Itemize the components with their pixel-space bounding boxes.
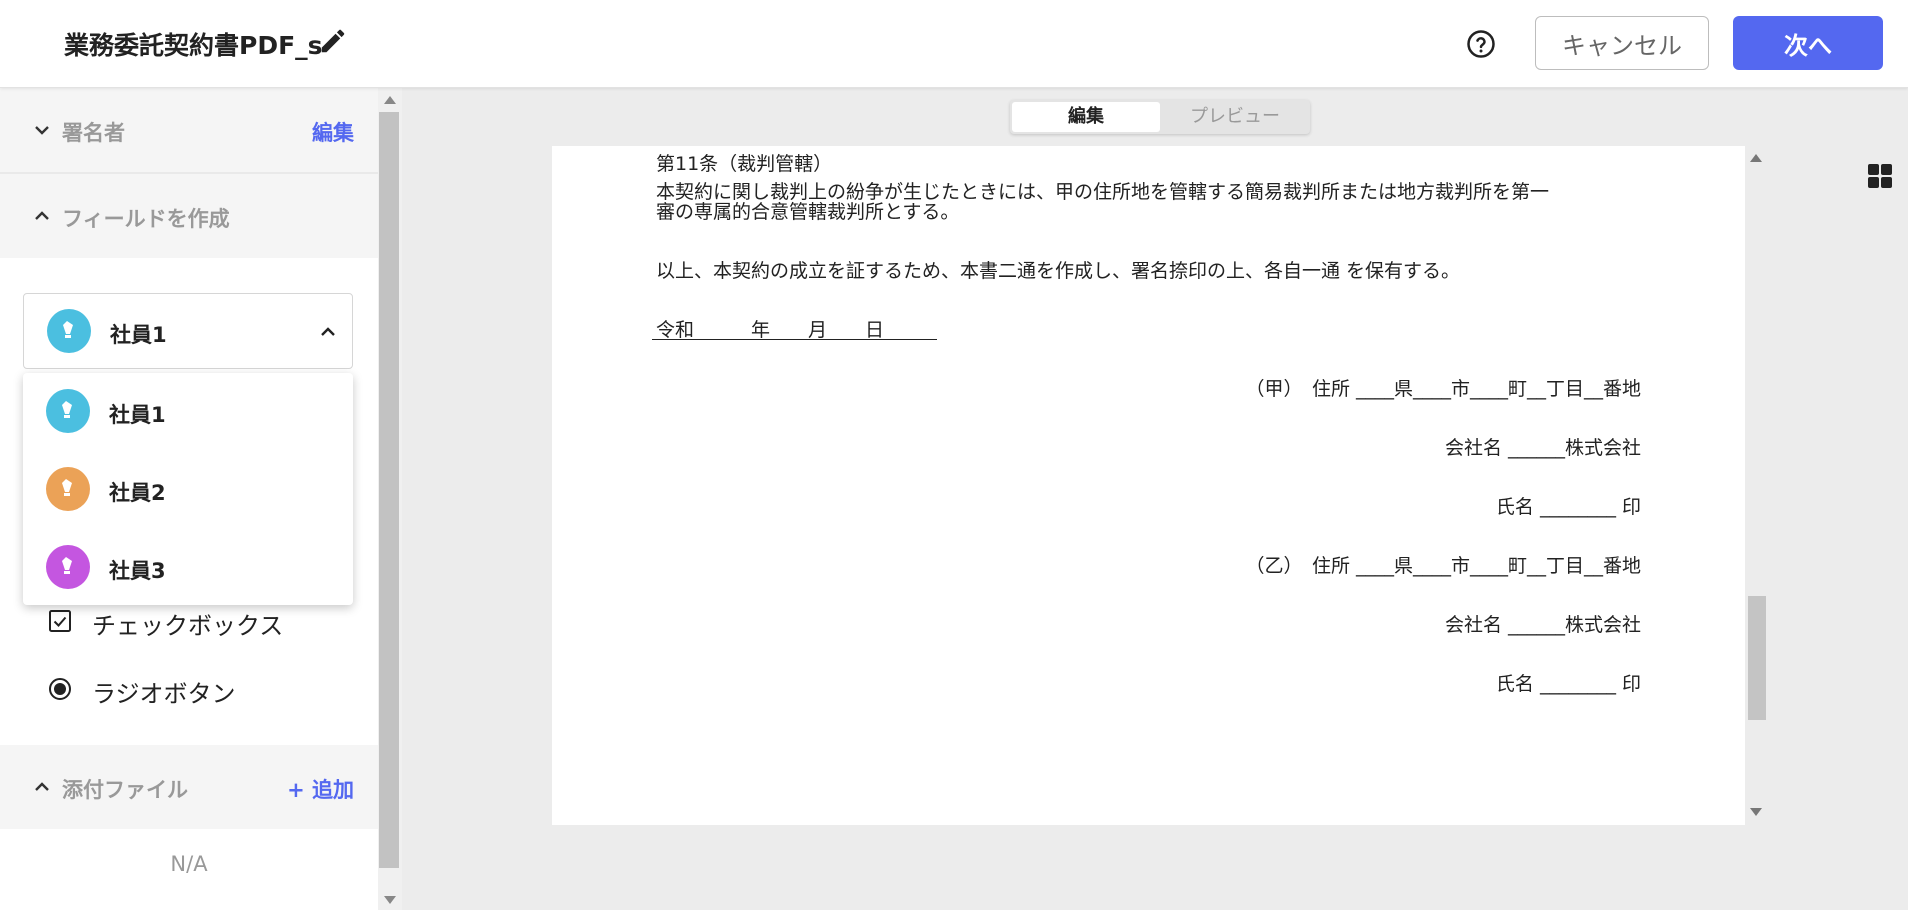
fountain-pen-icon: [62, 479, 72, 496]
tab-edit[interactable]: 編集: [1012, 102, 1160, 132]
party-b-company: 会社名 ______株式会社: [1444, 614, 1641, 636]
fountain-pen-icon: [62, 557, 72, 574]
signer-option-2[interactable]: 社員2: [23, 451, 353, 528]
scroll-down-arrow-icon[interactable]: [1750, 808, 1762, 816]
fountain-pen-icon: [62, 401, 72, 418]
signer-avatar: [46, 467, 90, 511]
document-scrollbar[interactable]: [1746, 146, 1768, 825]
app-header: 業務委託契約書PDF_s キャンセル 次へ: [0, 0, 1908, 88]
chevron-up-icon[interactable]: [32, 777, 52, 797]
edit-signers-link[interactable]: 編集: [312, 117, 354, 147]
grid-view-icon[interactable]: [1867, 163, 1893, 189]
party-a-address: （甲） 住所 ____県____市____町__丁目__番地: [1245, 378, 1641, 400]
checkbox-label: チェックボックス: [92, 612, 284, 640]
document-scrollbar-thumb[interactable]: [1748, 596, 1766, 720]
tab-preview[interactable]: プレビュー: [1160, 100, 1310, 134]
article-title: 第11条（裁判管轄）: [656, 153, 833, 175]
signer-dropdown-menu: 社員1 社員2 社員3: [23, 373, 353, 605]
attachments-label: 添付ファイル: [62, 778, 188, 802]
party-a-company: 会社名 ______株式会社: [1444, 437, 1641, 459]
signer-avatar: [47, 309, 91, 353]
closing-statement: 以上、本契約の成立を証するため、本書二通を作成し、署名捺印の上、各自一通 を保有…: [656, 260, 1461, 282]
view-mode-tabs: 編集 プレビュー: [1010, 100, 1310, 134]
signers-label: 署名者: [62, 121, 125, 145]
attachments-section-header[interactable]: 添付ファイル + 追加: [0, 745, 378, 829]
selected-signer-label: 社員1: [110, 323, 167, 347]
attachments-empty-text: N/A: [170, 852, 208, 876]
date-underline: [652, 339, 937, 340]
scroll-down-arrow-icon[interactable]: [384, 896, 396, 904]
cancel-button[interactable]: キャンセル: [1535, 16, 1709, 70]
field-type-checkbox[interactable]: チェックボックス: [48, 603, 348, 640]
add-attachment-link[interactable]: + 追加: [287, 774, 354, 804]
radio-button-icon: [49, 678, 71, 700]
checkbox-icon: [49, 610, 71, 632]
scroll-up-arrow-icon[interactable]: [384, 96, 396, 104]
document-title: 業務委託契約書PDF_s: [64, 31, 323, 60]
pencil-icon[interactable]: [318, 26, 348, 56]
article-text-line: 審の専属的合意管轄裁判所とする。: [656, 201, 960, 223]
create-fields-section-header[interactable]: フィールドを作成: [0, 174, 378, 258]
contract-date: 令和 年 月 日: [656, 319, 885, 341]
signer-avatar: [46, 389, 90, 433]
chevron-down-icon[interactable]: [32, 120, 52, 140]
fountain-pen-icon: [63, 321, 73, 338]
signer-select[interactable]: 社員1: [23, 293, 353, 369]
signer-option-label: 社員1: [109, 403, 166, 427]
signer-option-label: 社員3: [109, 559, 166, 583]
signer-option-1[interactable]: 社員1: [23, 373, 353, 450]
signer-option-3[interactable]: 社員3: [23, 529, 353, 606]
signer-avatar: [46, 545, 90, 589]
party-b-name: 氏名 ________ 印: [1495, 673, 1641, 695]
signer-option-label: 社員2: [109, 481, 166, 505]
chevron-up-icon[interactable]: [318, 322, 338, 342]
help-icon[interactable]: [1466, 29, 1496, 59]
party-a-name: 氏名 ________ 印: [1495, 496, 1641, 518]
next-button[interactable]: 次へ: [1733, 16, 1883, 70]
scroll-up-arrow-icon[interactable]: [1750, 154, 1762, 162]
party-b-address: （乙） 住所 ____県____市____町__丁目__番地: [1245, 555, 1641, 577]
sidebar-scrollbar-thumb[interactable]: [379, 112, 399, 868]
chevron-up-icon[interactable]: [32, 206, 52, 226]
document-page[interactable]: 第11条（裁判管轄） 本契約に関し裁判上の紛争が生じたときには、甲の住所地を管轄…: [552, 146, 1745, 825]
create-fields-label: フィールドを作成: [62, 207, 230, 231]
radio-button-label: ラジオボタン: [92, 680, 236, 708]
field-type-radio[interactable]: ラジオボタン: [48, 671, 348, 708]
signers-section-header[interactable]: 署名者 編集: [0, 88, 378, 172]
